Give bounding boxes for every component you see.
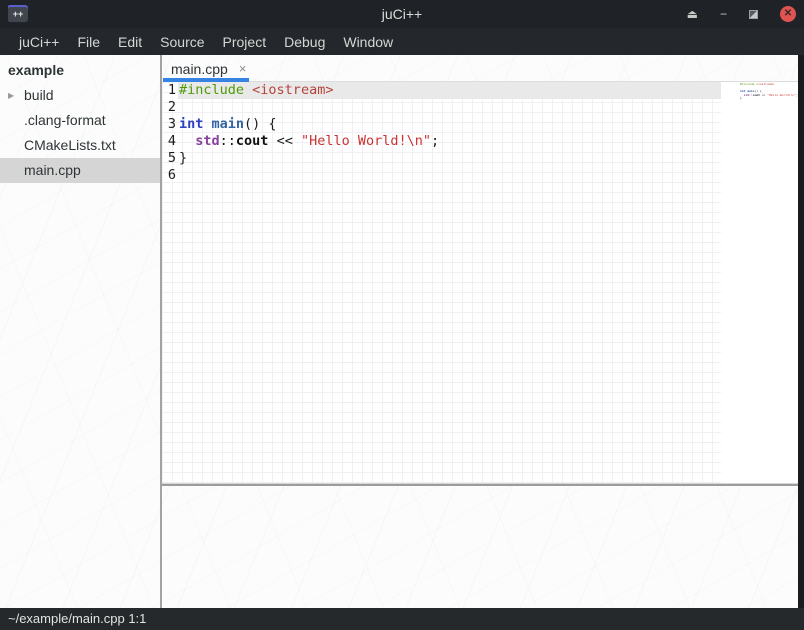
tree-item-label: main.cpp <box>24 162 81 178</box>
tab-label: main.cpp <box>171 61 228 77</box>
token-plain <box>203 116 211 132</box>
tree-item-label: build <box>24 87 54 103</box>
menu-edit[interactable]: Edit <box>109 30 151 54</box>
tree-item-build[interactable]: ▶build <box>0 83 160 108</box>
token-namespace: std <box>195 133 219 149</box>
code-line-6: 6 <box>162 167 721 184</box>
tree-item-label: CMakeLists.txt <box>24 137 116 153</box>
menu-source[interactable]: Source <box>151 30 213 54</box>
code-text: int main() { <box>179 116 277 133</box>
token-plain: :: <box>220 133 236 149</box>
shade-icon[interactable]: ⏏ <box>687 8 698 20</box>
code-line-2: 2 <box>162 99 721 116</box>
token-boldplain: cout <box>753 93 760 97</box>
token-plain: } <box>740 96 742 100</box>
token-string: "Hello World!\n" <box>767 93 796 97</box>
code-text: #include <iostream> <box>179 82 333 99</box>
minimize-icon[interactable]: − <box>720 8 727 20</box>
expander-icon[interactable]: ▶ <box>8 83 20 108</box>
tree-item-main-cpp[interactable]: main.cpp <box>0 158 160 183</box>
tree-item--clang-format[interactable]: .clang-format <box>0 108 160 133</box>
token-incpath: <iostream> <box>756 82 774 86</box>
token-plain: } <box>179 150 187 166</box>
code-line-5: 5} <box>162 150 721 167</box>
code-line-6 <box>723 101 798 105</box>
tab-close-icon[interactable]: × <box>239 61 247 76</box>
line-number: 1 <box>165 82 176 99</box>
menu-file[interactable]: File <box>68 30 109 54</box>
line-number: 4 <box>165 133 176 150</box>
menubar: juCi++FileEditSourceProjectDebugWindow <box>0 28 804 55</box>
token-boldplain: cout <box>236 133 269 149</box>
restore-icon[interactable] <box>749 10 758 19</box>
line-number: 5 <box>165 150 176 167</box>
app-logo-icon: ++ <box>8 5 28 22</box>
line-number: 2 <box>165 99 176 116</box>
line-number: 3 <box>165 116 176 133</box>
close-icon[interactable]: ✕ <box>780 6 796 22</box>
window-title: juCi++ <box>0 6 804 22</box>
code-editor[interactable]: 1#include <iostream>23int main() {4 std:… <box>162 82 721 483</box>
code-text: } <box>179 150 187 167</box>
token-plain <box>179 133 195 149</box>
titlebar: ++ juCi++ ⏏ − ✕ <box>0 0 804 28</box>
app-window: ++ juCi++ ⏏ − ✕ juCi++FileEditSourceProj… <box>0 0 804 630</box>
file-tree-sidebar: example ▶build .clang-format CMakeLists.tx… <box>0 55 162 608</box>
code-text: std::cout << "Hello World!\n"; <box>179 133 439 150</box>
token-func: main <box>212 116 245 132</box>
menu-window[interactable]: Window <box>334 30 402 54</box>
token-plain: () { <box>244 116 277 132</box>
menu-juci[interactable]: juCi++ <box>10 30 68 54</box>
menu-project[interactable]: Project <box>214 30 276 54</box>
token-plain: << <box>268 133 301 149</box>
token-incpath: <iostream> <box>252 82 333 98</box>
terminal-panel[interactable] <box>162 486 798 608</box>
statusbar: ~/example/main.cpp 1:1 <box>0 608 804 630</box>
tree-item-cmakelists-txt[interactable]: CMakeLists.txt <box>0 133 160 158</box>
code-line-3: 3int main() { <box>162 116 721 133</box>
content-area: example ▶build .clang-format CMakeLists.tx… <box>0 55 804 608</box>
token-preproc: #include <box>179 82 244 98</box>
minimap[interactable]: #include <iostream>int main() { std::cou… <box>721 82 798 483</box>
code-line-1: 1#include <iostream> <box>162 82 721 99</box>
tree-root-folder[interactable]: example <box>0 58 160 83</box>
token-plain: ; <box>431 133 439 149</box>
window-controls: ⏏ − ✕ <box>687 0 796 28</box>
tabbar: main.cpp × <box>162 55 798 82</box>
token-string: "Hello World!\n" <box>301 133 431 149</box>
menu-debug[interactable]: Debug <box>275 30 334 54</box>
tree-item-label: .clang-format <box>24 112 106 128</box>
token-plain <box>244 82 252 98</box>
token-keyword: int <box>179 116 203 132</box>
code-line-4: 4 std::cout << "Hello World!\n"; <box>162 133 721 150</box>
token-preproc: #include <box>740 82 754 86</box>
scrollbar-strip[interactable] <box>798 55 804 608</box>
line-number: 6 <box>165 167 176 184</box>
